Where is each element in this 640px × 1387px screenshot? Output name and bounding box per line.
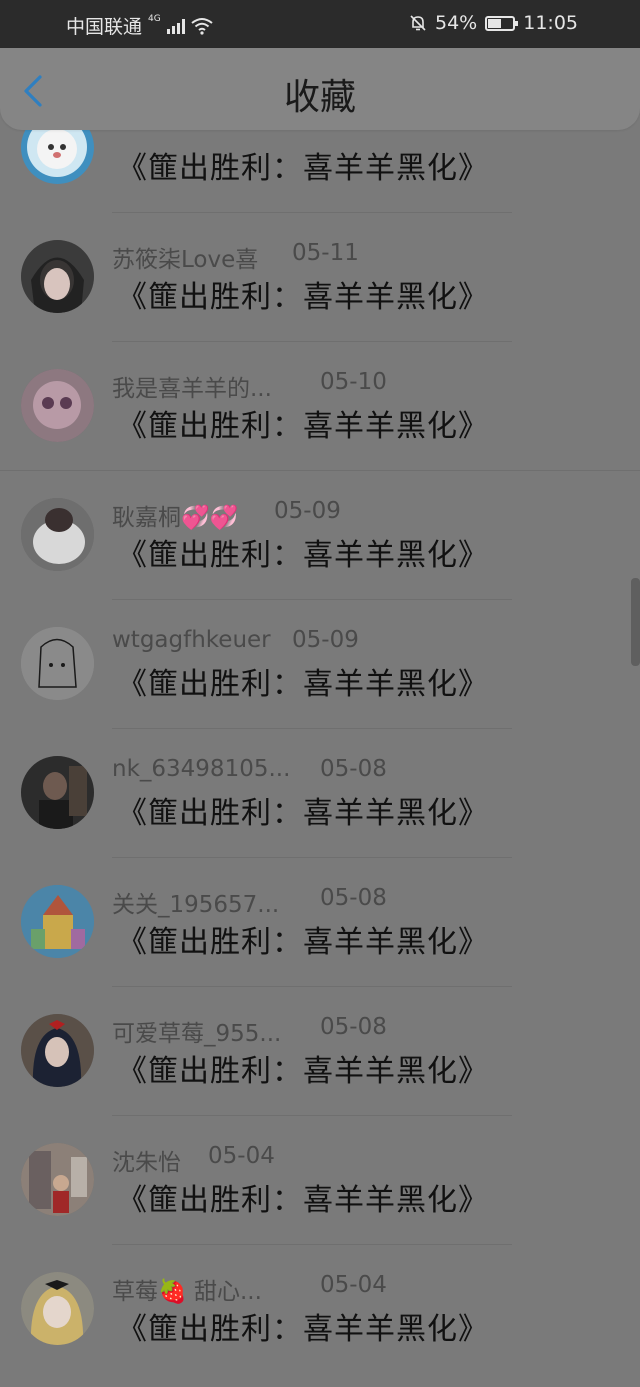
list-item[interactable]: 耿嘉桐💞💞 05-09 《篚出胜利：喜羊羊黑化》 — [0, 470, 640, 599]
divider — [112, 212, 512, 213]
divider — [112, 1115, 512, 1116]
divider — [112, 728, 512, 729]
user-name[interactable]: 可爱草莓_955... — [112, 1021, 281, 1047]
battery-icon — [485, 15, 519, 31]
scrollbar-thumb[interactable] — [631, 578, 640, 666]
item-meta: 我是喜羊羊的... 05-10 — [112, 369, 387, 403]
work-title: 《篚出胜利：喜羊羊黑化》 — [117, 667, 489, 702]
item-meta: 苏筱柒Love喜 05-11 — [112, 240, 359, 274]
item-date: 05-10 — [320, 369, 387, 395]
work-title: 《篚出胜利：喜羊羊黑化》 — [117, 1312, 489, 1347]
carrier-label: 中国联通 — [66, 16, 143, 38]
work-title: 《篚出胜利：喜羊羊黑化》 — [117, 409, 489, 444]
avatar[interactable] — [21, 498, 94, 571]
network-type: 4G — [148, 13, 161, 24]
item-date: 05-08 — [320, 1014, 387, 1040]
list-item[interactable]: 我是喜羊羊的... 05-10 《篚出胜利：喜羊羊黑化》 — [0, 341, 640, 470]
item-date: 05-08 — [320, 885, 387, 911]
avatar[interactable] — [21, 240, 94, 313]
item-meta: 沈朱怡 05-04 — [112, 1143, 275, 1177]
avatar[interactable] — [21, 885, 94, 958]
item-date: 05-11 — [292, 240, 359, 266]
divider — [0, 470, 640, 471]
item-date: 05-04 — [208, 1143, 275, 1169]
nav-header: 收藏 — [0, 48, 640, 130]
item-meta: nk_63498105... 05-08 — [112, 756, 387, 782]
user-name[interactable]: 我是喜羊羊的... — [112, 376, 272, 402]
user-name[interactable]: nk_63498105... — [112, 756, 290, 782]
item-date: 05-09 — [292, 627, 359, 653]
avatar[interactable] — [21, 756, 94, 829]
user-name[interactable]: 沈朱怡 — [112, 1150, 181, 1176]
avatar[interactable] — [21, 369, 94, 442]
page-title: 收藏 — [283, 77, 356, 118]
list-item[interactable]: 关关_195657... 05-08 《篚出胜利：喜羊羊黑化》 — [0, 857, 640, 986]
work-title: 《篚出胜利：喜羊羊黑化》 — [117, 1054, 489, 1089]
list-item[interactable]: nk_63498105... 05-08 《篚出胜利：喜羊羊黑化》 — [0, 728, 640, 857]
avatar[interactable] — [21, 1143, 94, 1216]
wifi-icon — [191, 17, 213, 35]
item-date: 05-09 — [274, 498, 341, 524]
work-title: 《篚出胜利：喜羊羊黑化》 — [117, 151, 489, 186]
divider — [112, 857, 512, 858]
user-name[interactable]: 关关_195657... — [112, 892, 279, 918]
divider — [112, 986, 512, 987]
work-title: 《篚出胜利：喜羊羊黑化》 — [117, 796, 489, 831]
item-meta: 草莓🍓 甜心... 05-04 — [112, 1272, 387, 1306]
list-item[interactable]: 草莓🍓 甜心... 05-04 《篚出胜利：喜羊羊黑化》 — [0, 1244, 640, 1373]
work-title: 《篚出胜利：喜羊羊黑化》 — [117, 538, 489, 573]
work-title: 《篚出胜利：喜羊羊黑化》 — [117, 280, 489, 315]
avatar[interactable] — [21, 1272, 94, 1345]
item-meta: 关关_195657... 05-08 — [112, 885, 387, 919]
item-date: 05-04 — [320, 1272, 387, 1298]
list-item[interactable]: 沈朱怡 05-04 《篚出胜利：喜羊羊黑化》 — [0, 1115, 640, 1244]
divider — [112, 341, 512, 342]
mute-bell-icon — [410, 15, 426, 31]
divider — [112, 1244, 512, 1245]
list-item[interactable]: 苏筱柒Love喜 05-11 《篚出胜利：喜羊羊黑化》 — [0, 212, 640, 341]
battery-percent: 54% — [435, 12, 478, 34]
signal-icon — [166, 18, 185, 34]
list-item[interactable]: wtgagfhkeuer 05-09 《篚出胜利：喜羊羊黑化》 — [0, 599, 640, 728]
item-date: 05-08 — [320, 756, 387, 782]
list-item[interactable]: 可爱草莓_955... 05-08 《篚出胜利：喜羊羊黑化》 — [0, 986, 640, 1115]
item-meta: wtgagfhkeuer 05-09 — [112, 627, 359, 653]
battery-fill — [488, 18, 502, 28]
user-name[interactable]: 耿嘉桐💞💞 — [112, 505, 238, 531]
item-meta: 耿嘉桐💞💞 05-09 — [112, 498, 341, 532]
status-bar: 中国联通 4G 54% 11:05 — [0, 0, 640, 48]
avatar[interactable] — [21, 627, 94, 700]
clock: 11:05 — [523, 12, 578, 34]
user-name[interactable]: 草莓🍓 甜心... — [112, 1279, 262, 1305]
divider — [112, 599, 512, 600]
favorites-list: 《篚出胜利：喜羊羊黑化》 苏筱柒Love喜 05-11 《篚出胜利：喜羊羊黑化》… — [0, 0, 640, 1387]
work-title: 《篚出胜利：喜羊羊黑化》 — [117, 925, 489, 960]
user-name[interactable]: 苏筱柒Love喜 — [112, 247, 258, 273]
user-name[interactable]: wtgagfhkeuer — [112, 627, 271, 653]
avatar[interactable] — [21, 1014, 94, 1087]
item-meta: 可爱草莓_955... 05-08 — [112, 1014, 387, 1048]
work-title: 《篚出胜利：喜羊羊黑化》 — [117, 1183, 489, 1218]
